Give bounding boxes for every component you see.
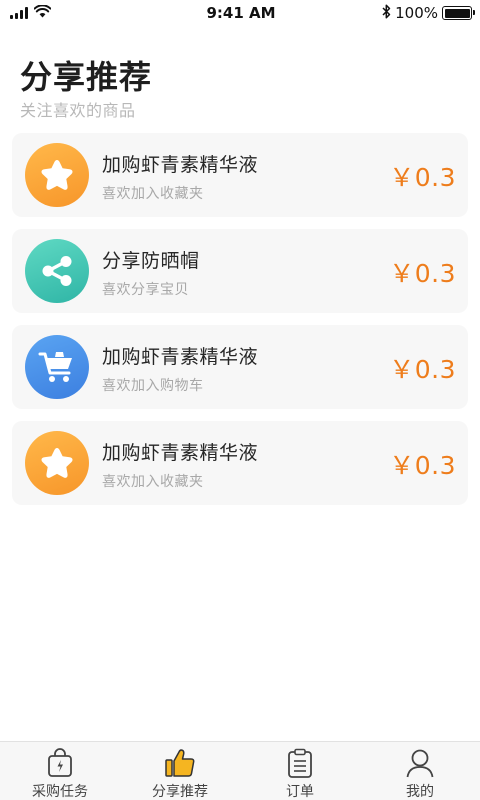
task-card[interactable]: 加购虾青素精华液 喜欢加入收藏夹 ￥0.3 xyxy=(12,421,468,505)
task-card-list: 加购虾青素精华液 喜欢加入收藏夹 ￥0.3 分享防晒帽 喜欢分享宝贝 ￥0.3 xyxy=(12,133,468,517)
bluetooth-icon xyxy=(382,4,391,23)
star-icon xyxy=(25,143,89,207)
card-text: 加购虾青素精华液 喜欢加入收藏夹 xyxy=(102,438,258,491)
card-title: 加购虾青素精华液 xyxy=(102,346,259,368)
shopping-bag-icon xyxy=(44,748,76,778)
cart-icon xyxy=(25,335,89,399)
page-title: 分享推荐 xyxy=(20,58,153,96)
card-text: 分享防晒帽 喜欢分享宝贝 xyxy=(102,246,200,299)
card-text: 加购虾青素精华液 喜欢加入收藏夹 xyxy=(102,150,258,203)
card-desc: 喜欢加入收藏夹 xyxy=(102,474,204,490)
tab-bar: 采购任务 分享推荐 订单 我的 xyxy=(0,741,480,800)
tab-label: 分享推荐 xyxy=(152,784,208,800)
card-title: 分享防晒帽 xyxy=(102,250,200,272)
card-desc: 喜欢加入收藏夹 xyxy=(102,186,204,202)
task-card[interactable]: 分享防晒帽 喜欢分享宝贝 ￥0.3 xyxy=(12,229,468,313)
card-desc: 喜欢加入购物车 xyxy=(102,378,204,394)
tab-mine[interactable]: 我的 xyxy=(360,742,480,800)
user-icon xyxy=(404,748,436,778)
wifi-icon xyxy=(33,4,52,22)
page-subtitle: 关注喜欢的商品 xyxy=(20,101,136,120)
card-title: 加购虾青素精华液 xyxy=(102,442,259,464)
battery-icon xyxy=(442,6,475,20)
card-title: 加购虾青素精华液 xyxy=(102,154,259,176)
tab-label: 采购任务 xyxy=(32,784,88,800)
tab-share-recommend[interactable]: 分享推荐 xyxy=(120,742,240,800)
signal-icon xyxy=(10,7,28,19)
card-desc: 喜欢分享宝贝 xyxy=(102,282,189,298)
card-price: ￥0.3 xyxy=(389,355,456,384)
share-icon xyxy=(25,239,89,303)
status-right: 100% xyxy=(352,4,475,23)
card-price: ￥0.3 xyxy=(389,163,456,192)
card-price: ￥0.3 xyxy=(389,451,456,480)
card-price: ￥0.3 xyxy=(389,259,456,288)
card-text: 加购虾青素精华液 喜欢加入购物车 xyxy=(102,342,258,395)
star-icon xyxy=(25,431,89,495)
tab-purchase-tasks[interactable]: 采购任务 xyxy=(0,742,120,800)
clipboard-icon xyxy=(284,748,316,778)
task-card[interactable]: 加购虾青素精华液 喜欢加入购物车 ￥0.3 xyxy=(12,325,468,409)
status-left xyxy=(10,4,130,22)
thumbs-up-icon xyxy=(164,748,196,778)
tab-label: 订单 xyxy=(286,784,314,800)
screen: 9:41 AM 100% 分享推荐 关注喜欢的商品 加购虾青素精华液 喜欢加入收… xyxy=(0,0,480,800)
task-card[interactable]: 加购虾青素精华液 喜欢加入收藏夹 ￥0.3 xyxy=(12,133,468,217)
status-time: 9:41 AM xyxy=(206,4,276,22)
tab-orders[interactable]: 订单 xyxy=(240,742,360,800)
tab-label: 我的 xyxy=(406,784,434,800)
status-bar: 9:41 AM 100% xyxy=(0,0,480,26)
battery-percent: 100% xyxy=(395,4,438,22)
